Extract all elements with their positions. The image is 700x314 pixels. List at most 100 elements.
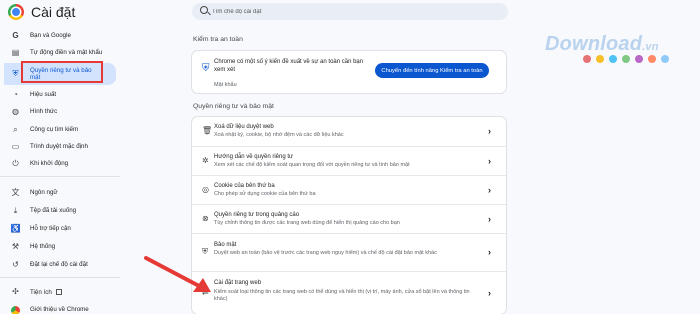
- sidebar-item-languages[interactable]: 文 Ngôn ngữ: [4, 185, 116, 201]
- google-icon: G: [12, 31, 19, 40]
- watermark-logo: Download.vn: [545, 33, 659, 56]
- row-title: Bảo mật: [214, 242, 237, 248]
- dot-icon: [661, 55, 669, 63]
- open-external-icon: [55, 288, 62, 295]
- go-to-safety-check-button[interactable]: Chuyển đến tính năng Kiểm tra an toàn: [375, 63, 489, 78]
- sidebar-item-label: Công cụ tìm kiếm: [30, 126, 79, 134]
- palette-icon: ◍: [12, 107, 19, 116]
- chrome-icon: [11, 305, 20, 314]
- trash-icon: 🗑: [202, 126, 213, 135]
- sidebar-item-label: Tệp đã tải xuống: [30, 207, 77, 215]
- dot-icon: [583, 55, 591, 63]
- sidebar-item-label: Hiệu suất: [30, 91, 57, 99]
- watermark-main: Download: [545, 33, 643, 55]
- annotation-arrow-icon: [144, 256, 211, 292]
- sidebar-item-default-browser[interactable]: ▭ Trình duyệt mặc định: [4, 139, 116, 155]
- sidebar-item-you-and-google[interactable]: G Bạn và Google: [4, 28, 116, 44]
- safety-check-card: ⛨ Chrome có một số ý kiến đề xuất về sự …: [192, 51, 506, 93]
- dot-icon: [622, 55, 630, 63]
- privacy-card: 🗑 Xoá dữ liệu duyệt web Xoá nhật ký, coo…: [192, 117, 506, 314]
- sidebar-item-label: Tự động điền và mật khẩu: [30, 49, 103, 57]
- speedometer-icon: ◔: [13, 90, 18, 99]
- download-icon: ⤓: [13, 206, 18, 215]
- row-title: Xoá dữ liệu duyệt web: [214, 124, 274, 130]
- highlight-outline: [21, 61, 103, 83]
- sidebar-divider: [0, 176, 120, 177]
- power-icon: ⏻: [12, 159, 19, 168]
- safety-check-title: Kiểm tra an toàn: [193, 36, 243, 43]
- sidebar-item-label: Tiện ích: [30, 288, 62, 297]
- chevron-right-icon: ›: [488, 126, 491, 136]
- wrench-icon: ⚒: [11, 242, 20, 251]
- sidebar-item-label: Hệ thống: [30, 243, 56, 251]
- search-box[interactable]: [192, 3, 508, 20]
- row-description: Duyệt web an toàn (bảo vệ trước các tran…: [214, 250, 437, 256]
- sidebar-item-system[interactable]: ⚒ Hệ thống: [4, 239, 116, 255]
- reset-icon: ↺: [12, 260, 19, 269]
- sidebar-item-about-chrome[interactable]: Giới thiệu về Chrome: [4, 302, 116, 314]
- list-item-security[interactable]: ⛨ Bảo mật Duyệt web an toàn (bảo vệ trướ…: [192, 233, 506, 271]
- search-icon: [200, 6, 208, 14]
- top-bar: Cài đặt: [0, 0, 700, 26]
- chevron-right-icon: ›: [488, 247, 491, 257]
- safety-check-message: Chrome có một số ý kiến đề xuất về sự an…: [214, 59, 364, 73]
- row-description: Cho phép sử dụng cookie của bên thứ ba: [214, 191, 316, 197]
- watermark-dots: [583, 55, 669, 63]
- clipboard-icon: ▤: [11, 48, 20, 57]
- search-icon: ⌕: [13, 125, 18, 134]
- sidebar-item-label: Khi khởi động: [30, 160, 69, 168]
- sidebar-divider: [0, 277, 120, 278]
- sidebar-item-label: Ngôn ngữ: [30, 189, 58, 197]
- row-description: Kiểm soát loại thông tin các trang web c…: [214, 289, 470, 302]
- chevron-right-icon: ›: [488, 214, 491, 224]
- safety-check-subtext: Mật khẩu: [214, 82, 237, 88]
- sidebar-item-label: Bạn và Google: [30, 32, 71, 40]
- puzzle-icon: ✣: [12, 287, 19, 296]
- privacy-section-title: Quyền riêng tư và bảo mật: [193, 103, 274, 110]
- page-title: Cài đặt: [31, 4, 76, 20]
- sidebar-item-downloads[interactable]: ⤓ Tệp đã tải xuống: [4, 203, 116, 219]
- chrome-logo-icon: [8, 4, 24, 20]
- sidebar-item-autofill[interactable]: ▤ Tự động điền và mật khẩu: [4, 45, 116, 61]
- search-input[interactable]: [212, 5, 492, 18]
- chevron-right-icon: ›: [488, 185, 491, 195]
- sidebar-item-label: Đặt lại chế độ cài đặt: [30, 261, 88, 269]
- sidebar-item-label: Hình thức: [30, 108, 58, 116]
- list-item-privacy-guide[interactable]: ✲ Hướng dẫn về quyền riêng tư Xem xét cá…: [192, 146, 506, 175]
- watermark-suffix: .vn: [642, 41, 659, 53]
- accessibility-icon: ♿: [10, 224, 21, 233]
- row-title: Cookie của bên thứ ba: [214, 183, 275, 189]
- shield-icon: ⛨: [12, 69, 19, 78]
- sidebar-item-extensions[interactable]: ✣ Tiện ích: [4, 284, 116, 300]
- row-description: Tùy chỉnh thông tin được các trang web d…: [214, 220, 400, 226]
- extensions-label: Tiện ích: [30, 288, 52, 296]
- cookie-icon: ◎: [202, 185, 209, 194]
- dot-icon: [596, 55, 604, 63]
- browser-icon: ▭: [11, 142, 20, 151]
- row-description: Xem xét các chế độ kiểm soát quan trọng …: [214, 162, 410, 168]
- row-title: Cài đặt trang web: [214, 280, 262, 286]
- list-item-ad-privacy[interactable]: ⊗ Quyền riêng tư trong quảng cáo Tùy chỉ…: [192, 204, 506, 233]
- guide-icon: ✲: [202, 156, 209, 165]
- dot-icon: [609, 55, 617, 63]
- sidebar-item-search-engine[interactable]: ⌕ Công cụ tìm kiếm: [4, 122, 116, 138]
- shield-icon: ⛨: [202, 63, 210, 74]
- sidebar-item-label: Giới thiệu về Chrome: [30, 306, 89, 314]
- row-title: Quyền riêng tư trong quảng cáo: [214, 212, 300, 218]
- sidebar-item-accessibility[interactable]: ♿ Hỗ trợ tiếp cận: [4, 221, 116, 237]
- row-title: Hướng dẫn về quyền riêng tư: [214, 154, 294, 160]
- row-description: Xoá nhật ký, cookie, bộ nhớ đệm và các d…: [214, 132, 344, 138]
- dot-icon: [648, 55, 656, 63]
- sidebar-item-performance[interactable]: ◔ Hiệu suất: [4, 87, 116, 103]
- sidebar-item-on-startup[interactable]: ⏻ Khi khởi động: [4, 156, 116, 172]
- list-item-site-settings[interactable]: ⇌ Cài đặt trang web Kiểm soát loại thông…: [192, 271, 506, 314]
- sidebar-item-label: Trình duyệt mặc định: [30, 143, 88, 151]
- list-item-clear-browsing-data[interactable]: 🗑 Xoá dữ liệu duyệt web Xoá nhật ký, coo…: [192, 117, 506, 146]
- dot-icon: [635, 55, 643, 63]
- sidebar-item-reset-settings[interactable]: ↺ Đặt lại chế độ cài đặt: [4, 257, 116, 273]
- ad-privacy-icon: ⊗: [202, 214, 209, 223]
- sidebar-item-appearance[interactable]: ◍ Hình thức: [4, 104, 116, 120]
- chevron-right-icon: ›: [488, 156, 491, 166]
- language-icon: 文: [11, 188, 20, 197]
- list-item-third-party-cookies[interactable]: ◎ Cookie của bên thứ ba Cho phép sử dụng…: [192, 175, 506, 204]
